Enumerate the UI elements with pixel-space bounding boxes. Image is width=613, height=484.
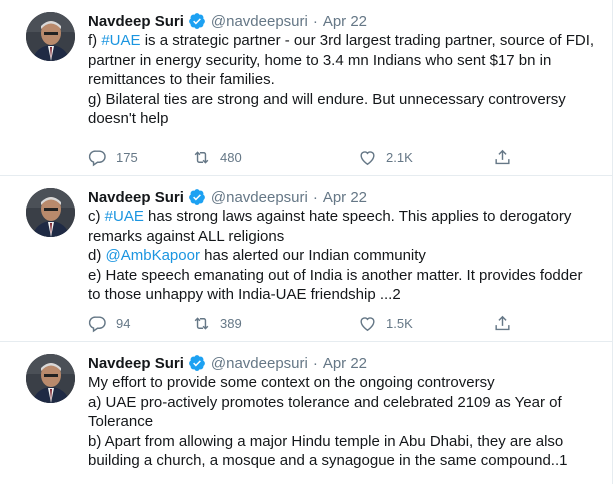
tweet-text-line: My effort to provide some context on the… xyxy=(88,373,603,393)
tweet-text-fragment: is a strategic partner - our 3rd largest… xyxy=(140,32,595,49)
reply-icon xyxy=(88,315,106,332)
separator-dot: · xyxy=(312,354,318,372)
tweet-header: Navdeep Suri @navdeepsuri · Apr 22 xyxy=(88,11,367,31)
tweet-text: c) #UAE has strong laws against hate spe… xyxy=(88,207,603,305)
tweet-date[interactable]: Apr 22 xyxy=(323,355,367,372)
tweet[interactable]: Navdeep Suri @navdeepsuri · Apr 22 c) #U… xyxy=(0,176,612,342)
share-icon xyxy=(495,149,510,164)
avatar[interactable] xyxy=(26,354,75,403)
tweet[interactable]: Navdeep Suri @navdeepsuri · Apr 22 f) #U… xyxy=(0,0,612,176)
author-name[interactable]: Navdeep Suri xyxy=(88,355,184,372)
avatar[interactable] xyxy=(26,188,75,237)
tweet-text: My effort to provide some context on the… xyxy=(88,373,603,471)
tweet-text-fragment: partner in energy security, home to 3.4 … xyxy=(88,51,552,69)
avatar[interactable] xyxy=(26,12,75,61)
tweet-date[interactable]: Apr 22 xyxy=(323,13,367,30)
share-button[interactable] xyxy=(493,312,512,334)
tweet-text-fragment: has alerted our Indian community xyxy=(199,247,426,264)
tweet[interactable]: Navdeep Suri @navdeepsuri · Apr 22 My ef… xyxy=(0,342,612,484)
author-handle[interactable]: @navdeepsuri xyxy=(211,355,308,372)
tweet-text-fragment: remittances to their families. xyxy=(88,71,275,88)
like-icon xyxy=(360,150,375,165)
tweet-header: Navdeep Suri @navdeepsuri · Apr 22 xyxy=(88,353,367,373)
tweet-text-fragment: to those unhappy with India-UAE friendsh… xyxy=(88,286,401,303)
tweet-actions: 175 480 2.1K xyxy=(88,146,518,168)
like-count: 2.1K xyxy=(386,149,413,165)
tweet-text-fragment: e) Hate speech emanating out of India is… xyxy=(88,266,583,284)
tweet-text-fragment: f) xyxy=(88,32,102,49)
tweet-text-line: d) @AmbKapoor has alerted our Indian com… xyxy=(88,246,603,266)
tweet-text: f) #UAE is a strategic partner - our 3rd… xyxy=(88,31,603,129)
tweet-text-fragment: g) Bilateral ties are strong and will en… xyxy=(88,90,566,108)
tweet-text-fragment: doesn't help xyxy=(88,110,169,127)
tweet-text-line: remittances to their families. xyxy=(88,70,603,90)
like-icon xyxy=(360,316,375,331)
tweet-text-line: a) UAE pro-actively promotes tolerance a… xyxy=(88,393,603,413)
verified-badge-icon xyxy=(188,354,206,372)
hashtag-link[interactable]: #UAE xyxy=(101,32,140,49)
reply-count: 94 xyxy=(116,315,131,331)
tweet-header: Navdeep Suri @navdeepsuri · Apr 22 xyxy=(88,187,367,207)
verified-badge-icon xyxy=(188,12,206,30)
reply-count: 175 xyxy=(116,149,138,165)
tweet-text-line: remarks against ALL religions xyxy=(88,227,603,247)
tweet-text-line: building a church, a mosque and a synago… xyxy=(88,451,603,471)
tweet-text-fragment: Tolerance xyxy=(88,413,154,430)
tweet-text-fragment: has strong laws against hate speech. Thi… xyxy=(143,208,572,225)
hashtag-link[interactable]: #UAE xyxy=(105,208,144,225)
tweet-text-fragment: remarks against ALL religions xyxy=(88,227,285,245)
author-name[interactable]: Navdeep Suri xyxy=(88,189,184,206)
tweet-text-fragment: c) xyxy=(88,208,105,225)
author-name[interactable]: Navdeep Suri xyxy=(88,13,184,30)
tweet-text-line: doesn't help xyxy=(88,109,603,129)
tweet-text-fragment: My effort to provide some context on the… xyxy=(88,374,495,391)
tweet-text-line: b) Apart from allowing a major Hindu tem… xyxy=(88,432,603,452)
tweet-feed: Navdeep Suri @navdeepsuri · Apr 22 f) #U… xyxy=(0,0,613,484)
tweet-actions: 94 389 1.5K xyxy=(88,312,518,334)
tweet-text-line: f) #UAE is a strategic partner - our 3rd… xyxy=(88,31,603,51)
like-count: 1.5K xyxy=(386,315,413,331)
tweet-text-fragment: b) Apart from allowing a major Hindu tem… xyxy=(88,432,564,450)
author-handle[interactable]: @navdeepsuri xyxy=(211,189,308,206)
verified-badge-icon xyxy=(188,188,206,206)
tweet-text-line: g) Bilateral ties are strong and will en… xyxy=(88,90,603,110)
retweet-icon xyxy=(194,150,209,164)
retweet-count: 389 xyxy=(220,315,242,331)
reply-button[interactable]: 175 xyxy=(88,146,138,168)
separator-dot: · xyxy=(312,12,318,30)
share-button[interactable] xyxy=(493,146,512,168)
tweet-text-line: to those unhappy with India-UAE friendsh… xyxy=(88,285,603,305)
retweet-button[interactable]: 389 xyxy=(192,312,242,334)
tweet-text-fragment: a) UAE pro-actively promotes tolerance a… xyxy=(88,393,562,411)
tweet-date[interactable]: Apr 22 xyxy=(323,189,367,206)
like-button[interactable]: 2.1K xyxy=(358,146,413,168)
retweet-count: 480 xyxy=(220,149,242,165)
separator-dot: · xyxy=(312,188,318,206)
reply-button[interactable]: 94 xyxy=(88,312,130,334)
mention-link[interactable]: @AmbKapoor xyxy=(106,247,200,264)
like-button[interactable]: 1.5K xyxy=(358,312,413,334)
retweet-icon xyxy=(194,316,209,330)
reply-icon xyxy=(88,149,106,166)
tweet-text-line: partner in energy security, home to 3.4 … xyxy=(88,51,603,71)
tweet-text-fragment: building a church, a mosque and a synago… xyxy=(88,452,568,469)
tweet-text-line: Tolerance xyxy=(88,412,603,432)
tweet-text-line: c) #UAE has strong laws against hate spe… xyxy=(88,207,603,227)
share-icon xyxy=(495,315,510,330)
author-handle[interactable]: @navdeepsuri xyxy=(211,13,308,30)
tweet-text-line: e) Hate speech emanating out of India is… xyxy=(88,266,603,286)
retweet-button[interactable]: 480 xyxy=(192,146,242,168)
tweet-text-fragment: d) xyxy=(88,247,106,264)
